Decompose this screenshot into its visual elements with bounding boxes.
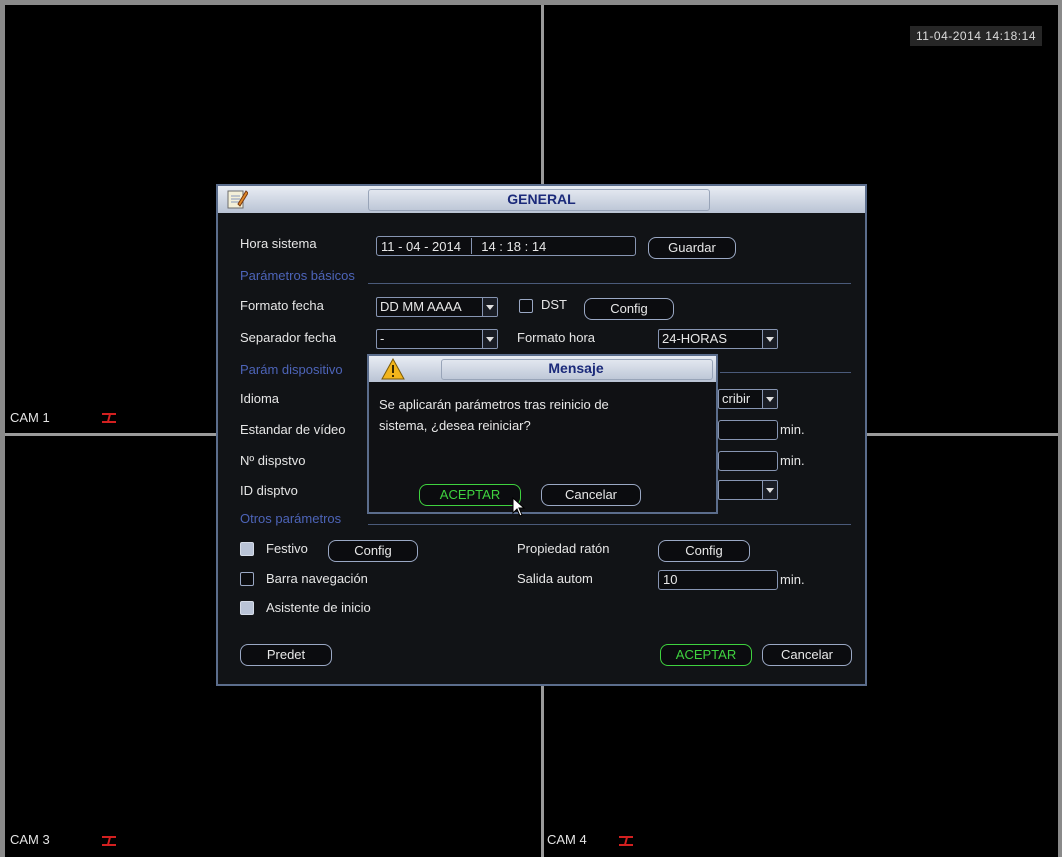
holiday-label: Festivo bbox=[266, 541, 308, 556]
other-params-section: Otros parámetros bbox=[240, 511, 342, 526]
message-dialog-titlebar[interactable]: Mensaje bbox=[369, 356, 716, 382]
save-button[interactable]: Guardar bbox=[648, 237, 736, 259]
frame-left bbox=[0, 0, 5, 857]
dropdown-arrow-icon bbox=[482, 330, 497, 348]
section-divider bbox=[368, 283, 851, 284]
basic-params-section: Parámetros básicos bbox=[240, 268, 355, 283]
dst-label: DST bbox=[541, 297, 567, 312]
overwrite-dropdown[interactable]: cribir bbox=[718, 389, 778, 409]
auto-logout-label: Salida autom bbox=[517, 571, 593, 586]
time-format-label: Formato hora bbox=[517, 330, 596, 345]
message-title: Mensaje bbox=[548, 360, 604, 376]
device-id-dropdown[interactable] bbox=[718, 480, 778, 500]
date-separator-value: - bbox=[380, 331, 385, 346]
message-accept-button[interactable]: ACEPTAR bbox=[419, 484, 521, 506]
dropdown-arrow-icon bbox=[762, 481, 777, 499]
date-separator-dropdown[interactable]: - bbox=[376, 329, 498, 349]
section-divider bbox=[720, 372, 851, 373]
min-unit-label: min. bbox=[780, 453, 805, 468]
device-number-label: Nº dispstvo bbox=[240, 453, 306, 468]
camera-label-3: CAM 3 bbox=[10, 832, 50, 847]
date-value[interactable]: 11 - 04 - 2014 bbox=[381, 239, 461, 254]
time-value[interactable]: 14 : 18 : 14 bbox=[481, 239, 546, 254]
min-unit-label: min. bbox=[780, 422, 805, 437]
cancel-button[interactable]: Cancelar bbox=[762, 644, 852, 666]
message-text: Se aplicarán parámetros tras reinicio de… bbox=[379, 394, 699, 436]
frame-top bbox=[0, 0, 1062, 5]
default-button[interactable]: Predet bbox=[240, 644, 332, 666]
frame-right bbox=[1058, 0, 1062, 857]
video-standard-field[interactable] bbox=[718, 420, 778, 440]
navbar-label: Barra navegación bbox=[266, 571, 368, 586]
video-standard-label: Estandar de vídeo bbox=[240, 422, 346, 437]
field-separator bbox=[470, 238, 472, 254]
camera-label-1: CAM 1 bbox=[10, 410, 50, 425]
overwrite-value: cribir bbox=[722, 391, 751, 406]
dst-checkbox[interactable] bbox=[519, 299, 533, 313]
dst-config-button[interactable]: Config bbox=[584, 298, 674, 320]
date-format-label: Formato fecha bbox=[240, 298, 324, 313]
mouse-pointer-icon bbox=[512, 497, 526, 517]
dialog-title: GENERAL bbox=[507, 191, 576, 207]
holiday-config-button[interactable]: Config bbox=[328, 540, 418, 562]
auto-logout-field[interactable]: 10 bbox=[658, 570, 778, 590]
startup-wizard-label: Asistente de inicio bbox=[266, 600, 371, 615]
startup-wizard-checkbox[interactable] bbox=[240, 601, 254, 615]
device-params-section: Parám dispositivo bbox=[240, 362, 343, 377]
time-format-dropdown[interactable]: 24-HORAS bbox=[658, 329, 778, 349]
device-number-field[interactable] bbox=[718, 451, 778, 471]
message-line-1: Se aplicarán parámetros tras reinicio de bbox=[379, 397, 609, 412]
section-divider bbox=[368, 524, 851, 525]
record-icon bbox=[619, 836, 633, 846]
min-unit-label: min. bbox=[780, 572, 805, 587]
general-dialog-titlebar[interactable]: GENERAL bbox=[218, 186, 865, 213]
message-line-2: sistema, ¿desea reiniciar? bbox=[379, 418, 531, 433]
mouse-property-label: Propiedad ratón bbox=[517, 541, 610, 556]
navbar-checkbox[interactable] bbox=[240, 572, 254, 586]
dropdown-arrow-icon bbox=[762, 330, 777, 348]
device-id-label: ID disptvo bbox=[240, 483, 298, 498]
mouse-config-button[interactable]: Config bbox=[658, 540, 750, 562]
warning-icon bbox=[381, 358, 405, 380]
accept-button[interactable]: ACEPTAR bbox=[660, 644, 752, 666]
system-clock: 11-04-2014 14:18:14 bbox=[909, 26, 1042, 46]
date-format-dropdown[interactable]: DD MM AAAA bbox=[376, 297, 498, 317]
dropdown-arrow-icon bbox=[762, 390, 777, 408]
system-time-field[interactable]: 11 - 04 - 2014 14 : 18 : 14 bbox=[376, 236, 636, 256]
dropdown-arrow-icon bbox=[482, 298, 497, 316]
date-format-value: DD MM AAAA bbox=[380, 299, 462, 314]
record-icon bbox=[102, 413, 116, 423]
time-format-value: 24-HORAS bbox=[662, 331, 728, 346]
message-dialog: Mensaje Se aplicarán parámetros tras rei… bbox=[367, 354, 718, 514]
message-cancel-button[interactable]: Cancelar bbox=[541, 484, 641, 506]
record-icon bbox=[102, 836, 116, 846]
camera-label-4: CAM 4 bbox=[547, 832, 587, 847]
holiday-checkbox[interactable] bbox=[240, 542, 254, 556]
system-time-label: Hora sistema bbox=[240, 236, 317, 251]
language-label: Idioma bbox=[240, 391, 280, 406]
date-separator-label: Separador fecha bbox=[240, 330, 337, 345]
